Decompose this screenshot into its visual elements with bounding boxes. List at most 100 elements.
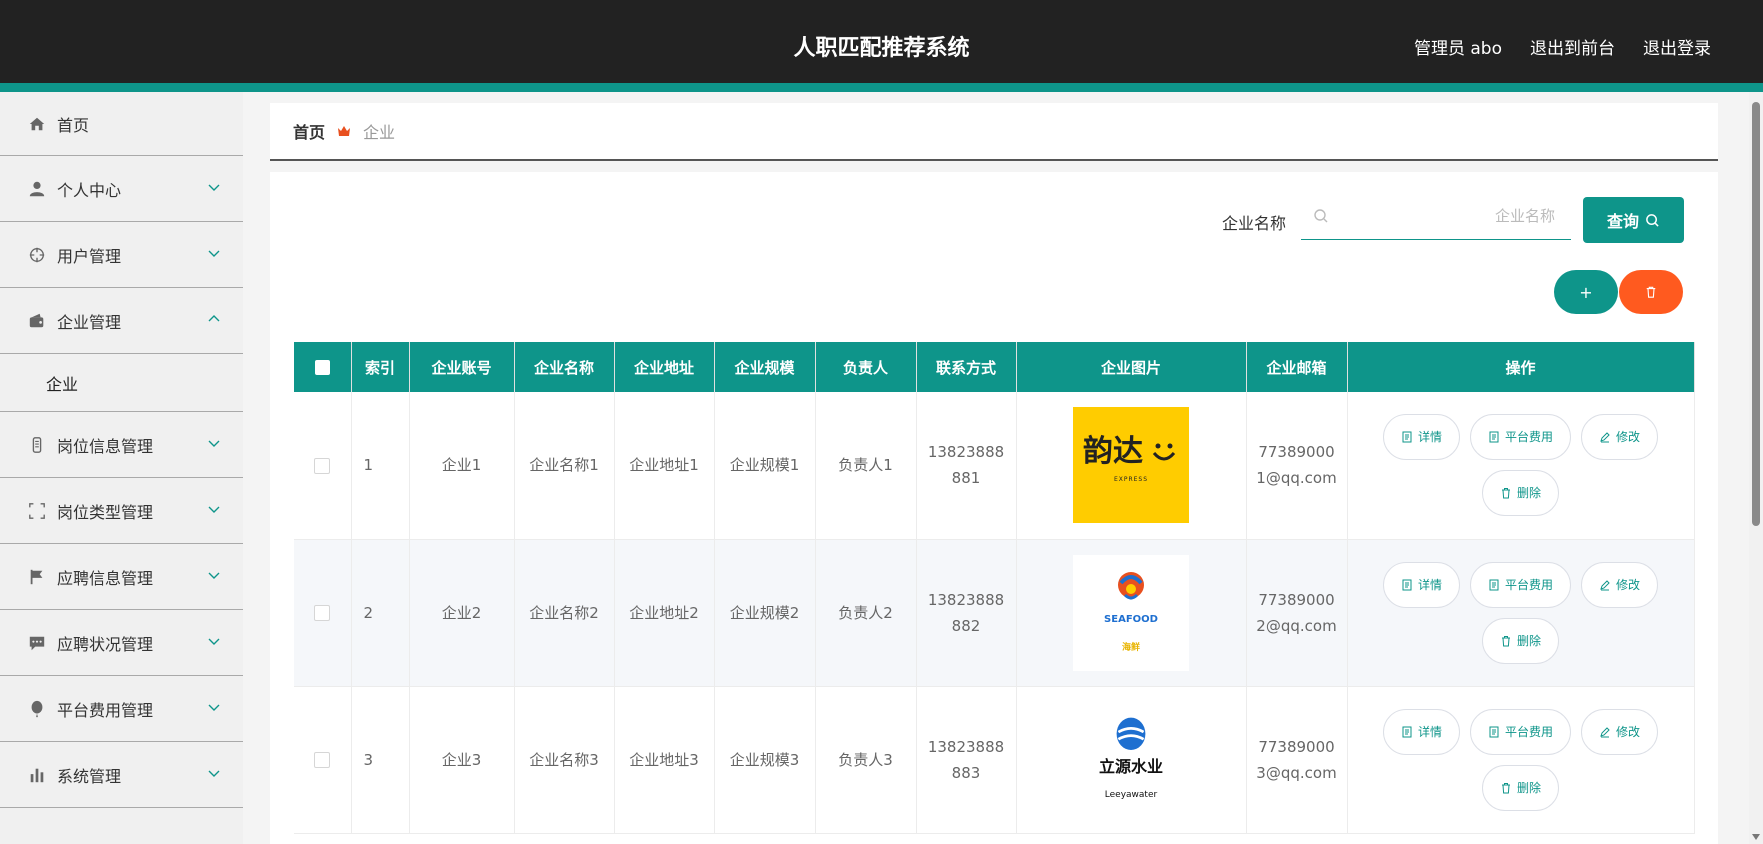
cell-scale: 企业规模3: [714, 686, 816, 834]
breadcrumb-home[interactable]: 首页: [293, 119, 325, 143]
sidebar-item-label: 系统管理: [57, 766, 122, 786]
sidebar-item-label: 企业管理: [57, 312, 122, 332]
chevron-down-icon: [208, 572, 220, 579]
cell-name: 企业名称3: [514, 686, 615, 834]
edit-label: 修改: [1616, 430, 1641, 445]
sidebar-item-application-status[interactable]: 应聘状况管理: [0, 610, 243, 676]
sidebar-item-users[interactable]: 用户管理: [0, 222, 243, 288]
col-header: 负责人: [815, 342, 917, 392]
crosshair-icon: [27, 245, 47, 265]
fee-button[interactable]: 平台费用: [1469, 708, 1571, 755]
cell-scale: 企业规模1: [714, 392, 816, 540]
document-icon: [1489, 431, 1499, 443]
header-links: 管理员 abo 退出到前台 退出登录: [1414, 34, 1711, 59]
logo-text: 立源水业: [1098, 756, 1163, 776]
scroll-down-arrow-icon[interactable]: [1752, 834, 1760, 840]
edit-button[interactable]: 修改: [1581, 708, 1659, 755]
fee-button[interactable]: 平台费用: [1469, 414, 1571, 461]
delete-button[interactable]: 删除: [1481, 470, 1559, 517]
user-icon: [27, 179, 47, 199]
detail-button[interactable]: 详情: [1382, 708, 1460, 755]
logo-text: SEAFOOD: [1104, 613, 1158, 625]
sidebar-item-enterprise-mgmt[interactable]: 企业管理: [0, 288, 243, 354]
table-row: 2 企业2 企业名称2 企业地址2 企业规模2 负责人2 13823888882…: [294, 539, 1695, 687]
chevron-down-icon: [208, 184, 220, 191]
detail-label: 详情: [1417, 724, 1442, 739]
page-scrollbar[interactable]: [1749, 92, 1763, 844]
delete-label: 删除: [1516, 633, 1541, 648]
row-checkbox[interactable]: [314, 457, 331, 474]
bar-chart-icon: [27, 765, 47, 785]
delete-label: 删除: [1516, 486, 1541, 501]
chevron-down-icon: [208, 250, 220, 257]
cell-ops: 详情 平台费用 修改 删除: [1347, 686, 1695, 834]
row-select-cell[interactable]: [294, 392, 352, 540]
col-header: 操作: [1347, 342, 1695, 392]
sidebar-item-home[interactable]: 首页: [0, 92, 243, 156]
search-icon: [1314, 209, 1328, 223]
admin-label[interactable]: 管理员 abo: [1414, 34, 1502, 59]
cell-index: 2: [351, 539, 410, 687]
logout-link[interactable]: 退出登录: [1643, 34, 1711, 59]
add-button[interactable]: +: [1554, 270, 1618, 314]
col-header: 企业地址: [614, 342, 715, 392]
table-row: 1 企业1 企业名称1 企业地址1 企业规模1 负责人1 13823888881…: [294, 392, 1695, 540]
delete-label: 删除: [1516, 780, 1541, 795]
detail-button[interactable]: 详情: [1382, 414, 1460, 461]
row-checkbox[interactable]: [314, 605, 331, 621]
table-row: 3 企业3 企业名称3 企业地址3 企业规模3 负责人3 13823888883…: [294, 686, 1695, 834]
chat-icon: [27, 633, 47, 653]
exit-front-link[interactable]: 退出到前台: [1530, 34, 1615, 59]
fee-button[interactable]: 平台费用: [1469, 561, 1571, 608]
enterprise-logo: 立源水业 Leeyawater: [1073, 701, 1189, 818]
cell-ops: 详情 平台费用 修改 删除: [1347, 392, 1695, 540]
scrollbar-thumb[interactable]: [1752, 102, 1760, 526]
cell-image: 韵达 EXPRESS: [1016, 392, 1247, 540]
sidebar-item-label: 个人中心: [57, 180, 122, 200]
sidebar: 首页 个人中心 用户管理 企业管理 企业 岗位信息管理 岗位类型管理 应聘信息管…: [0, 92, 243, 844]
sidebar-item-profile[interactable]: 个人中心: [0, 156, 243, 222]
sidebar-item-label: 首页: [57, 115, 90, 135]
sidebar-item-job-info[interactable]: 岗位信息管理: [0, 412, 243, 478]
cell-manager: 负责人3: [815, 686, 917, 834]
query-button[interactable]: 查询: [1583, 197, 1684, 243]
detail-button[interactable]: 详情: [1382, 561, 1460, 608]
chevron-down-icon: [208, 704, 220, 711]
batch-delete-button[interactable]: [1619, 270, 1683, 314]
pencil-icon: [1600, 726, 1610, 737]
trash-icon: [1646, 286, 1656, 298]
sidebar-item-system[interactable]: 系统管理: [0, 742, 243, 808]
cell-account: 企业3: [409, 686, 515, 834]
document-icon: [1489, 726, 1499, 737]
fee-label: 平台费用: [1504, 724, 1553, 739]
select-all-checkbox[interactable]: [314, 360, 330, 375]
edit-button[interactable]: 修改: [1581, 561, 1659, 608]
query-button-label: 查询: [1606, 212, 1639, 231]
row-checkbox[interactable]: [314, 752, 331, 768]
cell-image: 立源水业 Leeyawater: [1016, 686, 1247, 834]
col-header: 索引: [351, 342, 410, 392]
col-header: 联系方式: [916, 342, 1017, 392]
top-header: 人职匹配推荐系统 管理员 abo 退出到前台 退出登录: [0, 0, 1763, 92]
cell-phone: 13823888882: [916, 539, 1017, 687]
col-header: 企业名称: [514, 342, 615, 392]
sidebar-item-application-info[interactable]: 应聘信息管理: [0, 544, 243, 610]
chevron-down-icon: [208, 770, 220, 777]
pencil-icon: [1600, 579, 1610, 590]
sidebar-item-platform-fee[interactable]: 平台费用管理: [0, 676, 243, 742]
search-input[interactable]: [1337, 194, 1567, 238]
sidebar-item-job-type[interactable]: 岗位类型管理: [0, 478, 243, 544]
edit-label: 修改: [1616, 724, 1641, 739]
breadcrumb: 首页 企业: [270, 103, 1718, 161]
sidebar-subitem-enterprise[interactable]: 企业: [0, 354, 243, 412]
plus-icon: +: [1579, 282, 1593, 302]
row-select-cell[interactable]: [294, 686, 352, 834]
delete-button[interactable]: 删除: [1481, 764, 1559, 811]
row-select-cell[interactable]: [294, 539, 352, 687]
delete-button[interactable]: 删除: [1481, 617, 1559, 664]
edit-button[interactable]: 修改: [1581, 414, 1659, 461]
cell-email: 773890003@qq.com: [1246, 686, 1348, 834]
select-all-cell[interactable]: [294, 342, 352, 392]
cell-address: 企业地址2: [614, 539, 715, 687]
logo-subtext: EXPRESS: [1113, 476, 1149, 484]
